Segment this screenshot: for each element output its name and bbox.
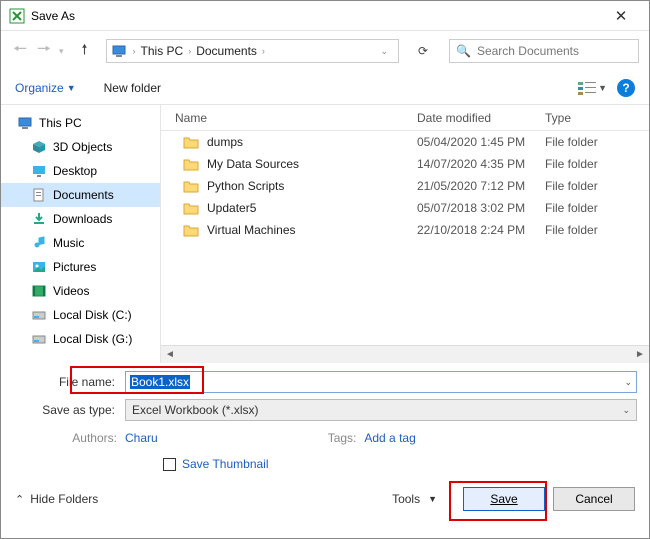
cancel-button[interactable]: Cancel [553, 487, 635, 511]
documents-icon [31, 187, 47, 203]
search-input[interactable]: 🔍 Search Documents [449, 39, 639, 63]
col-date[interactable]: Date modified [417, 111, 545, 125]
chevron-up-icon: ⌃ [15, 493, 24, 506]
savetype-value: Excel Workbook (*.xlsx) [132, 403, 258, 417]
column-headers[interactable]: Name Date modified Type [161, 105, 649, 131]
folder-icon [183, 157, 199, 171]
file-row[interactable]: My Data Sources14/07/2020 4:35 PMFile fo… [161, 153, 649, 175]
file-row[interactable]: Updater505/07/2018 3:02 PMFile folder [161, 197, 649, 219]
new-folder-button[interactable]: New folder [104, 81, 161, 95]
close-button[interactable]: ✕ [601, 7, 641, 25]
tags-label: Tags: [328, 431, 365, 445]
pc-icon [111, 43, 127, 59]
sidebar-item-desktop[interactable]: Desktop [1, 159, 160, 183]
address-bar[interactable]: › This PC › Documents › ⌄ [106, 39, 399, 63]
history-dropdown[interactable]: ▾ [59, 46, 64, 57]
sidebar-item-localdisk-g[interactable]: Local Disk (G:) [1, 327, 160, 351]
pc-icon [17, 115, 33, 131]
music-icon [31, 235, 47, 251]
sidebar-item-pictures[interactable]: Pictures [1, 255, 160, 279]
back-button[interactable]: 🠔 [11, 38, 29, 65]
sidebar-item-localdisk-c[interactable]: Local Disk (C:) [1, 303, 160, 327]
sidebar-item-videos[interactable]: Videos [1, 279, 160, 303]
scroll-right-icon[interactable]: ► [631, 349, 649, 360]
chevron-right-icon[interactable]: › [260, 46, 267, 56]
help-button[interactable]: ? [617, 79, 635, 97]
sidebar: This PC 3D Objects Desktop Documents Dow… [1, 105, 161, 363]
sidebar-item-downloads[interactable]: Downloads [1, 207, 160, 231]
save-thumbnail-label[interactable]: Save Thumbnail [182, 457, 269, 471]
sidebar-item-3dobjects[interactable]: 3D Objects [1, 135, 160, 159]
authors-value[interactable]: Charu [125, 431, 158, 445]
downloads-icon [31, 211, 47, 227]
videos-icon [31, 283, 47, 299]
chevron-right-icon[interactable]: › [186, 46, 193, 56]
view-button[interactable]: ▼ [578, 81, 607, 95]
organize-menu[interactable]: Organize [15, 81, 64, 95]
tags-value[interactable]: Add a tag [364, 431, 415, 445]
file-row[interactable]: dumps05/04/2020 1:45 PMFile folder [161, 131, 649, 153]
disk-icon [31, 307, 47, 323]
folder-icon [183, 223, 199, 237]
refresh-button[interactable]: ⟳ [411, 39, 435, 63]
folder-icon [183, 179, 199, 193]
desktop-icon [31, 163, 47, 179]
cube-icon [31, 139, 47, 155]
up-button[interactable]: 🠕 [76, 39, 94, 63]
folder-icon [183, 201, 199, 215]
col-name[interactable]: Name [161, 111, 417, 125]
authors-label: Authors: [63, 431, 125, 445]
pictures-icon [31, 259, 47, 275]
app-icon [9, 8, 25, 24]
forward-button[interactable]: 🠖 [35, 38, 53, 65]
search-placeholder: Search Documents [477, 44, 579, 58]
filename-input[interactable]: Book1.xlsx ⌄ [125, 371, 637, 393]
tools-dropdown-icon[interactable]: ▼ [428, 494, 437, 504]
address-dropdown[interactable]: ⌄ [373, 46, 394, 57]
folder-icon [183, 135, 199, 149]
window-title: Save As [31, 9, 601, 23]
horizontal-scrollbar[interactable]: ◄ ► [161, 345, 649, 363]
organize-dropdown-icon[interactable]: ▼ [67, 83, 76, 93]
save-thumbnail-checkbox[interactable] [163, 458, 176, 471]
col-type[interactable]: Type [545, 111, 649, 125]
file-row[interactable]: Python Scripts21/05/2020 7:12 PMFile fol… [161, 175, 649, 197]
chevron-down-icon[interactable]: ⌄ [622, 405, 630, 416]
filename-value: Book1.xlsx [130, 375, 190, 389]
sidebar-item-music[interactable]: Music [1, 231, 160, 255]
file-row[interactable]: Virtual Machines22/10/2018 2:24 PMFile f… [161, 219, 649, 241]
crumb-documents[interactable]: Documents [193, 44, 260, 58]
sidebar-item-thispc[interactable]: This PC [1, 111, 160, 135]
crumb-thispc[interactable]: This PC [138, 44, 187, 58]
sidebar-item-documents[interactable]: Documents [1, 183, 160, 207]
save-button[interactable]: Save [463, 487, 545, 511]
chevron-right-icon[interactable]: › [131, 46, 138, 56]
tools-menu[interactable]: Tools [392, 492, 420, 506]
scroll-left-icon[interactable]: ◄ [161, 349, 179, 360]
hide-folders-button[interactable]: ⌃ Hide Folders [15, 492, 98, 506]
savetype-label: Save as type: [13, 403, 125, 417]
savetype-dropdown[interactable]: Excel Workbook (*.xlsx) ⌄ [125, 399, 637, 421]
search-icon: 🔍 [456, 44, 471, 58]
disk-icon [31, 331, 47, 347]
filename-label: File name: [13, 375, 125, 389]
chevron-down-icon[interactable]: ⌄ [624, 377, 632, 388]
